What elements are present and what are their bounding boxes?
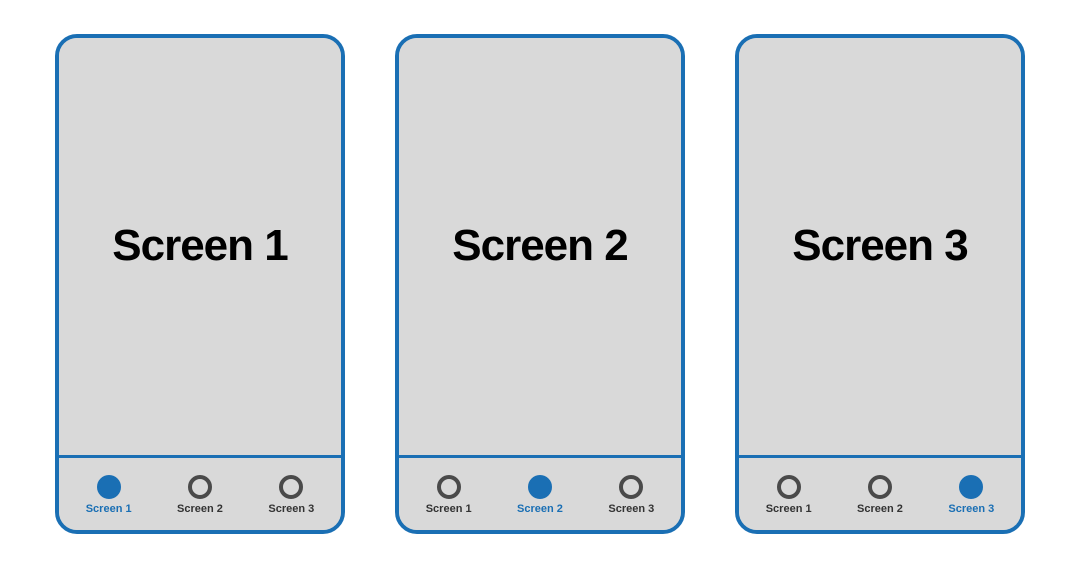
- circle-icon: [437, 475, 461, 499]
- tab-screen-1[interactable]: Screen 1: [63, 475, 153, 515]
- tab-label: Screen 2: [857, 503, 903, 515]
- tab-screen-1[interactable]: Screen 1: [743, 475, 833, 515]
- screen-content-area: Screen 1: [59, 38, 341, 458]
- tab-label: Screen 2: [177, 503, 223, 515]
- tab-label: Screen 3: [608, 503, 654, 515]
- tab-bar: Screen 1 Screen 2 Screen 3: [399, 458, 681, 530]
- phone-mockup-3: Screen 3 Screen 1 Screen 2 Screen 3: [735, 34, 1025, 534]
- phone-mockup-2: Screen 2 Screen 1 Screen 2 Screen 3: [395, 34, 685, 534]
- tab-screen-3[interactable]: Screen 3: [586, 475, 676, 515]
- tab-bar: Screen 1 Screen 2 Screen 3: [59, 458, 341, 530]
- tab-bar: Screen 1 Screen 2 Screen 3: [739, 458, 1021, 530]
- circle-icon: [868, 475, 892, 499]
- tab-label: Screen 1: [766, 503, 812, 515]
- circle-icon: [188, 475, 212, 499]
- screen-content-area: Screen 2: [399, 38, 681, 458]
- circle-icon: [777, 475, 801, 499]
- tab-screen-3[interactable]: Screen 3: [246, 475, 336, 515]
- circle-icon: [279, 475, 303, 499]
- tab-label: Screen 3: [268, 503, 314, 515]
- circle-icon: [528, 475, 552, 499]
- phone-mockup-1: Screen 1 Screen 1 Screen 2 Screen 3: [55, 34, 345, 534]
- tab-label: Screen 1: [86, 503, 132, 515]
- circle-icon: [959, 475, 983, 499]
- screen-title: Screen 2: [452, 221, 627, 271]
- tab-screen-2[interactable]: Screen 2: [495, 475, 585, 515]
- circle-icon: [97, 475, 121, 499]
- tab-screen-2[interactable]: Screen 2: [155, 475, 245, 515]
- tab-label: Screen 3: [948, 503, 994, 515]
- tab-label: Screen 1: [426, 503, 472, 515]
- circle-icon: [619, 475, 643, 499]
- tab-label: Screen 2: [517, 503, 563, 515]
- tab-screen-1[interactable]: Screen 1: [403, 475, 493, 515]
- screen-content-area: Screen 3: [739, 38, 1021, 458]
- screen-title: Screen 3: [792, 221, 967, 271]
- tab-screen-2[interactable]: Screen 2: [835, 475, 925, 515]
- screen-title: Screen 1: [112, 221, 287, 271]
- tab-screen-3[interactable]: Screen 3: [926, 475, 1016, 515]
